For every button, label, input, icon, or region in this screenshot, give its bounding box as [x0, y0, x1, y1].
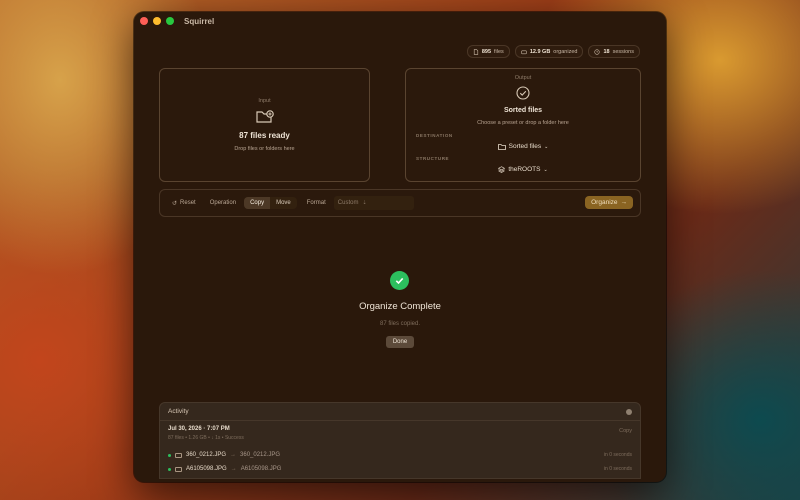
input-hint: Drop files or folders here	[234, 146, 295, 152]
activity-title: Activity	[168, 408, 189, 415]
arrow-right-icon: →	[230, 466, 237, 472]
format-select[interactable]: Custom ⇣	[333, 196, 414, 210]
chevron-down-icon: ⇣	[362, 200, 367, 206]
output-title: Sorted files	[503, 107, 543, 114]
format-label: Format	[306, 200, 326, 206]
stat-sessions-value: 18	[603, 48, 610, 55]
status-title: Organize Complete	[359, 301, 441, 312]
activity-panel: Activity Jul 30, 2026 · 7:07 PM 87 files…	[159, 402, 641, 479]
input-title: 87 files ready	[239, 131, 290, 140]
session-meta: 87 files • 1.26 GB • ↓ 1s • Success	[168, 435, 244, 441]
success-dot-icon	[168, 453, 171, 457]
app-title: Squirrel	[184, 16, 215, 26]
input-label: Input	[258, 98, 271, 104]
status-subtitle: 87 files copied.	[379, 321, 421, 327]
session-operation: Copy	[619, 428, 632, 434]
stat-files: 895 files	[466, 45, 510, 58]
file-source: 360_0212.JPG	[186, 452, 227, 458]
organize-button[interactable]: Organize →	[585, 196, 633, 209]
activity-session[interactable]: Jul 30, 2026 · 7:07 PM 87 files • 1.26 G…	[160, 421, 640, 448]
file-destination: A6105098.JPG	[240, 466, 282, 472]
reset-icon: ↺	[172, 200, 178, 207]
done-button[interactable]: Done	[386, 336, 414, 348]
format-value: Custom	[337, 200, 359, 206]
stat-sessions: 18 sessions	[588, 45, 640, 58]
title-bar: Squirrel	[134, 12, 666, 30]
destination-value: Sorted files	[508, 143, 542, 150]
stat-sessions-label: sessions	[612, 48, 634, 55]
destination-label: DESTINATION	[416, 133, 453, 138]
input-icon-wrap	[160, 109, 369, 125]
stat-organized: 12.9 GB organized	[514, 45, 584, 58]
zoom-window-button[interactable]	[166, 17, 174, 25]
file-destination: 360_0212.JPG	[240, 452, 281, 458]
output-hint: Choose a preset or drop a folder here	[477, 120, 569, 126]
reset-button[interactable]: ↺ Reset	[172, 200, 196, 207]
structure-picker[interactable]: theROOTS ⌄	[406, 166, 640, 173]
op-copy-button[interactable]: Copy	[244, 197, 271, 209]
clock-icon	[594, 48, 601, 55]
operation-control: Operation Copy Move	[210, 197, 297, 209]
success-dot-icon	[168, 467, 171, 471]
stat-organized-label: organized	[553, 48, 578, 55]
structure-value: theROOTS	[508, 166, 541, 173]
check-circle-icon	[516, 86, 530, 100]
drive-icon	[521, 50, 527, 54]
stat-files-label: files	[494, 48, 504, 55]
reset-label: Reset	[180, 200, 196, 206]
traffic-lights	[140, 17, 174, 25]
image-file-icon	[175, 466, 182, 472]
output-label: Output	[514, 75, 532, 81]
destination-picker[interactable]: Sorted files ⌄	[406, 143, 640, 150]
arrow-right-icon: →	[620, 199, 628, 206]
file-icon	[473, 48, 478, 55]
folder-icon	[497, 143, 506, 150]
file-time: in 0 seconds	[603, 452, 632, 458]
arrow-right-icon: →	[230, 452, 237, 458]
file-source: A6105098.JPG	[186, 466, 227, 472]
chevron-down-icon: ⌄	[543, 166, 548, 173]
activity-file-row[interactable]: A6105098.JPG → A6105098.JPG in 0 seconds	[160, 462, 640, 476]
organize-label: Organize	[591, 199, 618, 206]
stats-bar: 895 files 12.9 GB organized 18 sessions	[466, 45, 640, 58]
image-file-icon	[175, 452, 182, 458]
close-window-button[interactable]	[140, 17, 148, 25]
operation-label: Operation	[209, 200, 237, 206]
app-window: Squirrel 895 files 12.9 GB organized 18 …	[134, 12, 666, 482]
operation-segmented: Copy Move	[244, 197, 297, 209]
folder-add-icon	[255, 110, 274, 123]
minimize-window-button[interactable]	[153, 17, 161, 25]
layers-icon	[498, 166, 506, 173]
options-toolbar: ↺ Reset Operation Copy Move Format Custo…	[159, 189, 641, 217]
output-icon-wrap	[406, 86, 640, 100]
stat-files-value: 895	[481, 48, 492, 55]
activity-file-row[interactable]: 360_0212.JPG → 360_0212.JPG in 0 seconds	[160, 448, 640, 462]
chevron-down-icon: ⌄	[544, 143, 549, 150]
structure-label: STRUCTURE	[416, 156, 450, 161]
op-move-button[interactable]: Move	[270, 197, 297, 209]
stat-organized-value: 12.9 GB	[529, 48, 551, 55]
activity-options-icon[interactable]	[626, 408, 632, 415]
input-dropzone[interactable]: Input 87 files ready Drop files or folde…	[159, 68, 370, 182]
session-date: Jul 30, 2026 · 7:07 PM	[168, 426, 230, 432]
success-check-icon	[390, 271, 409, 290]
file-time: in 0 seconds	[603, 466, 632, 472]
format-control: Format Custom ⇣	[307, 196, 414, 210]
activity-header: Activity	[160, 403, 640, 421]
output-dropzone[interactable]: Output Sorted files Choose a preset or d…	[405, 68, 641, 182]
